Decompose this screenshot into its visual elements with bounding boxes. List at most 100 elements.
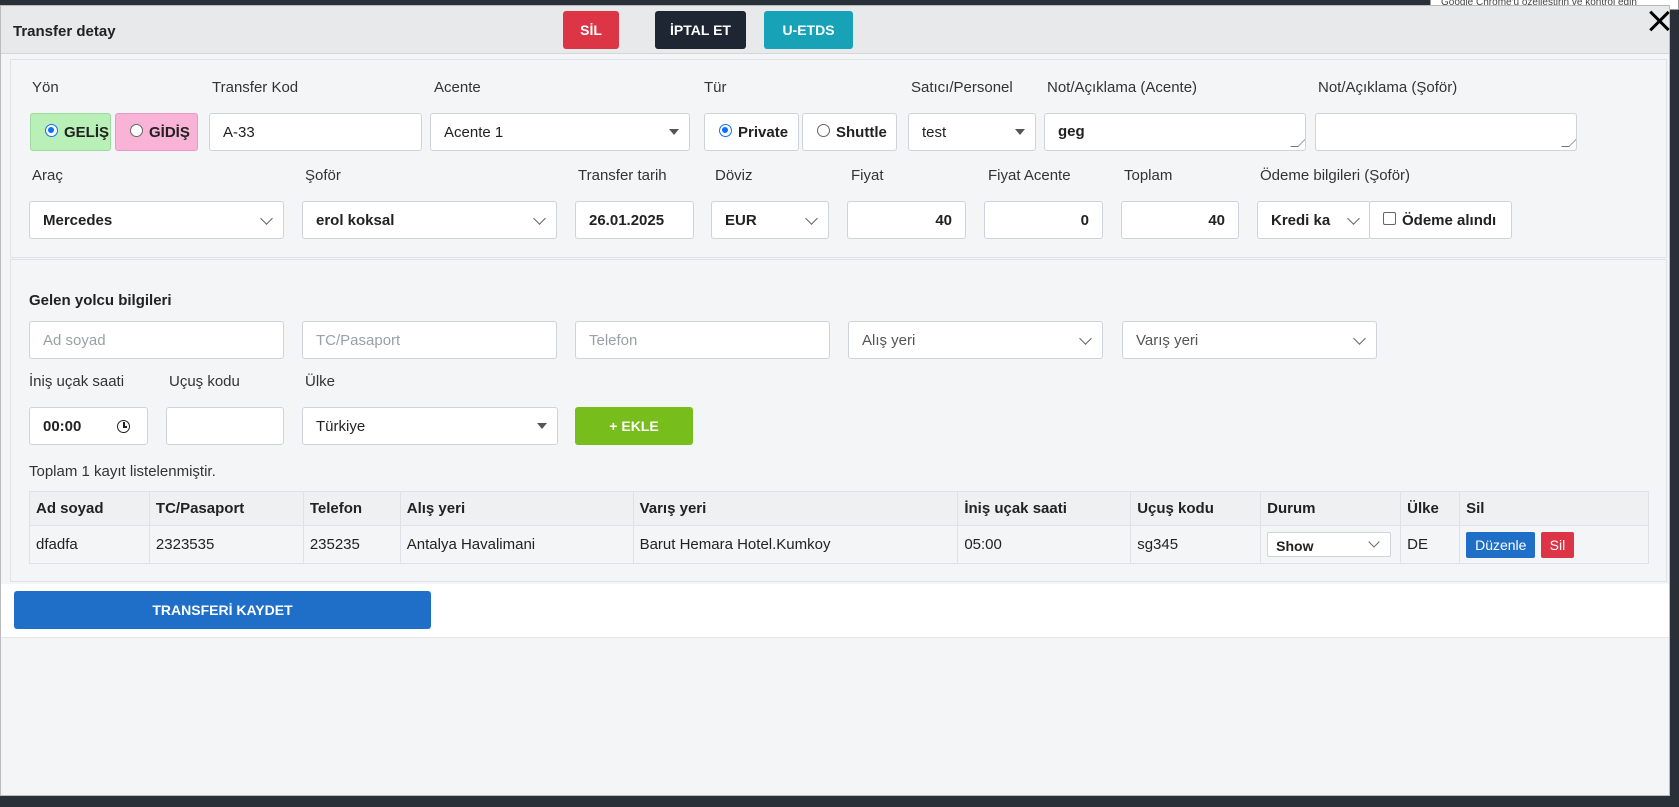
tc-pasaport-input[interactable]: TC/Pasaport bbox=[302, 321, 557, 359]
table-row: dfadfa 2323535 235235 Antalya Havalimani… bbox=[29, 525, 1649, 564]
varis-yeri-select[interactable]: Varış yeri bbox=[1122, 321, 1377, 359]
label-ulke: Ülke bbox=[305, 373, 336, 390]
th-tc-pasaport: TC/Pasaport bbox=[148, 491, 304, 526]
th-inis-saati: İniş uçak saati bbox=[957, 491, 1132, 526]
cell-ad-soyad: dfadfa bbox=[29, 525, 150, 564]
transfer-detail-dialog: Transfer detay SİL İPTAL ET U-ETDS Yön T… bbox=[0, 5, 1670, 796]
durum-select[interactable]: Show bbox=[1267, 532, 1392, 557]
ulke-select[interactable]: Türkiye bbox=[302, 407, 558, 445]
th-ulke: Ülke bbox=[1400, 491, 1461, 526]
label-acente: Acente bbox=[434, 79, 481, 96]
label-tur: Tür bbox=[704, 79, 727, 96]
fiyat-input[interactable]: 40 bbox=[847, 201, 966, 239]
arac-select[interactable]: Mercedes bbox=[29, 201, 284, 239]
cell-durum: Show bbox=[1260, 525, 1402, 564]
label-doviz: Döviz bbox=[715, 167, 753, 184]
label-satici: Satıcı/Personel bbox=[911, 79, 1013, 96]
save-transfer-button[interactable]: TRANSFERİ KAYDET bbox=[14, 591, 431, 629]
table-header-row: Ad soyad TC/Pasaport Telefon Alış yeri V… bbox=[29, 491, 1649, 526]
label-toplam: Toplam bbox=[1124, 167, 1173, 184]
ulke-value: Türkiye bbox=[316, 417, 366, 435]
tur-shuttle-label: Shuttle bbox=[836, 123, 887, 141]
ad-soyad-input[interactable]: Ad soyad bbox=[29, 321, 284, 359]
yon-gelis-label: GELİŞ bbox=[64, 123, 110, 141]
arac-value: Mercedes bbox=[43, 211, 113, 229]
telefon-input[interactable]: Telefon bbox=[575, 321, 830, 359]
yon-gelis-radio[interactable]: GELİŞ bbox=[30, 113, 111, 151]
transfer-kod-input[interactable]: A-33 bbox=[209, 113, 422, 151]
label-not-sofor: Not/Açıklama (Şoför) bbox=[1318, 79, 1458, 96]
th-alis-yeri: Alış yeri bbox=[399, 491, 634, 526]
chevron-down-icon bbox=[1347, 212, 1360, 225]
chevron-down-icon bbox=[1368, 536, 1380, 548]
varis-yeri-placeholder: Varış yeri bbox=[1136, 331, 1199, 349]
satici-value: test bbox=[922, 123, 947, 141]
odeme-alindi-checkbox[interactable]: Ödeme alındı bbox=[1369, 201, 1512, 239]
cell-actions: Düzenle Sil bbox=[1459, 525, 1649, 564]
dropdown-caret-icon bbox=[1015, 129, 1025, 135]
record-count: Toplam 1 kayıt listelenmiştir. bbox=[29, 463, 216, 480]
cell-tc-pasaport: 2323535 bbox=[148, 525, 304, 564]
th-telefon: Telefon bbox=[302, 491, 401, 526]
radio-unchecked-icon bbox=[817, 123, 830, 137]
label-inis-saati: İniş uçak saati bbox=[29, 373, 125, 390]
delete-row-button[interactable]: Sil bbox=[1540, 531, 1575, 558]
tur-private-radio[interactable]: Private bbox=[704, 113, 799, 151]
resize-handle-icon[interactable] bbox=[1561, 139, 1576, 147]
dropdown-caret-icon bbox=[537, 423, 547, 429]
chevron-down-icon bbox=[805, 212, 818, 225]
label-fiyat: Fiyat bbox=[851, 167, 884, 184]
label-odeme: Ödeme bilgileri (Şoför) bbox=[1260, 167, 1411, 184]
not-acente-textarea[interactable]: geg bbox=[1044, 113, 1306, 151]
label-ucus-kodu: Uçuş kodu bbox=[169, 373, 240, 390]
chevron-down-icon bbox=[260, 212, 273, 225]
alis-yeri-select[interactable]: Alış yeri bbox=[848, 321, 1103, 359]
delete-button[interactable]: SİL bbox=[563, 11, 619, 49]
toplam-input[interactable]: 40 bbox=[1121, 201, 1239, 239]
label-sofor: Şoför bbox=[305, 167, 341, 184]
checkbox-icon bbox=[1383, 211, 1396, 225]
tur-private-label: Private bbox=[738, 123, 789, 141]
th-varis-yeri: Varış yeri bbox=[632, 491, 959, 526]
th-ad-soyad: Ad soyad bbox=[29, 491, 150, 526]
sofor-select[interactable]: erol koksal bbox=[302, 201, 557, 239]
tur-shuttle-radio[interactable]: Shuttle bbox=[802, 113, 897, 151]
label-not-acente: Not/Açıklama (Acente) bbox=[1047, 79, 1198, 96]
doviz-value: EUR bbox=[725, 211, 757, 229]
radio-checked-icon bbox=[45, 123, 58, 137]
label-transfer-kod: Transfer Kod bbox=[212, 79, 299, 96]
chevron-down-icon bbox=[533, 212, 546, 225]
add-passenger-button[interactable]: + EKLE bbox=[575, 407, 693, 445]
resize-handle-icon[interactable] bbox=[1290, 139, 1305, 147]
yon-gidis-radio[interactable]: GİDİŞ bbox=[115, 113, 198, 151]
transfer-tarih-input[interactable]: 26.01.2025 bbox=[575, 201, 694, 239]
cell-ucus-kodu: sg345 bbox=[1130, 525, 1262, 564]
odeme-alindi-label: Ödeme alındı bbox=[1402, 211, 1497, 229]
close-icon[interactable] bbox=[1648, 10, 1670, 32]
not-sofor-textarea[interactable] bbox=[1315, 113, 1577, 151]
cell-varis-yeri: Barut Hemara Hotel.Kumkoy bbox=[632, 525, 959, 564]
inis-saati-input[interactable]: 00:00 bbox=[29, 407, 148, 445]
cell-inis-saati: 05:00 bbox=[957, 525, 1132, 564]
label-arac: Araç bbox=[32, 167, 63, 184]
clock-icon[interactable] bbox=[117, 420, 130, 433]
fiyat-acente-input[interactable]: 0 bbox=[984, 201, 1103, 239]
u-etds-button[interactable]: U-ETDS bbox=[764, 11, 853, 49]
dialog-title: Transfer detay bbox=[13, 23, 116, 40]
cell-ulke: DE bbox=[1400, 525, 1461, 564]
odeme-tipi-select[interactable]: Kredi ka bbox=[1257, 201, 1371, 239]
passenger-section-title: Gelen yolcu bilgileri bbox=[29, 292, 172, 309]
label-yon: Yön bbox=[32, 79, 59, 96]
yon-gidis-label: GİDİŞ bbox=[149, 123, 190, 141]
acente-select[interactable]: Acente 1 bbox=[430, 113, 690, 151]
th-durum: Durum bbox=[1260, 491, 1402, 526]
doviz-select[interactable]: EUR bbox=[711, 201, 829, 239]
satici-select[interactable]: test bbox=[908, 113, 1036, 151]
radio-checked-icon bbox=[719, 123, 732, 137]
edit-row-button[interactable]: Düzenle bbox=[1466, 531, 1536, 558]
not-acente-value: geg bbox=[1058, 123, 1085, 140]
ucus-kodu-input[interactable] bbox=[166, 407, 284, 445]
dropdown-caret-icon bbox=[669, 129, 679, 135]
dialog-header: Transfer detay SİL İPTAL ET U-ETDS bbox=[1, 6, 1669, 54]
cancel-transfer-button[interactable]: İPTAL ET bbox=[655, 11, 746, 49]
